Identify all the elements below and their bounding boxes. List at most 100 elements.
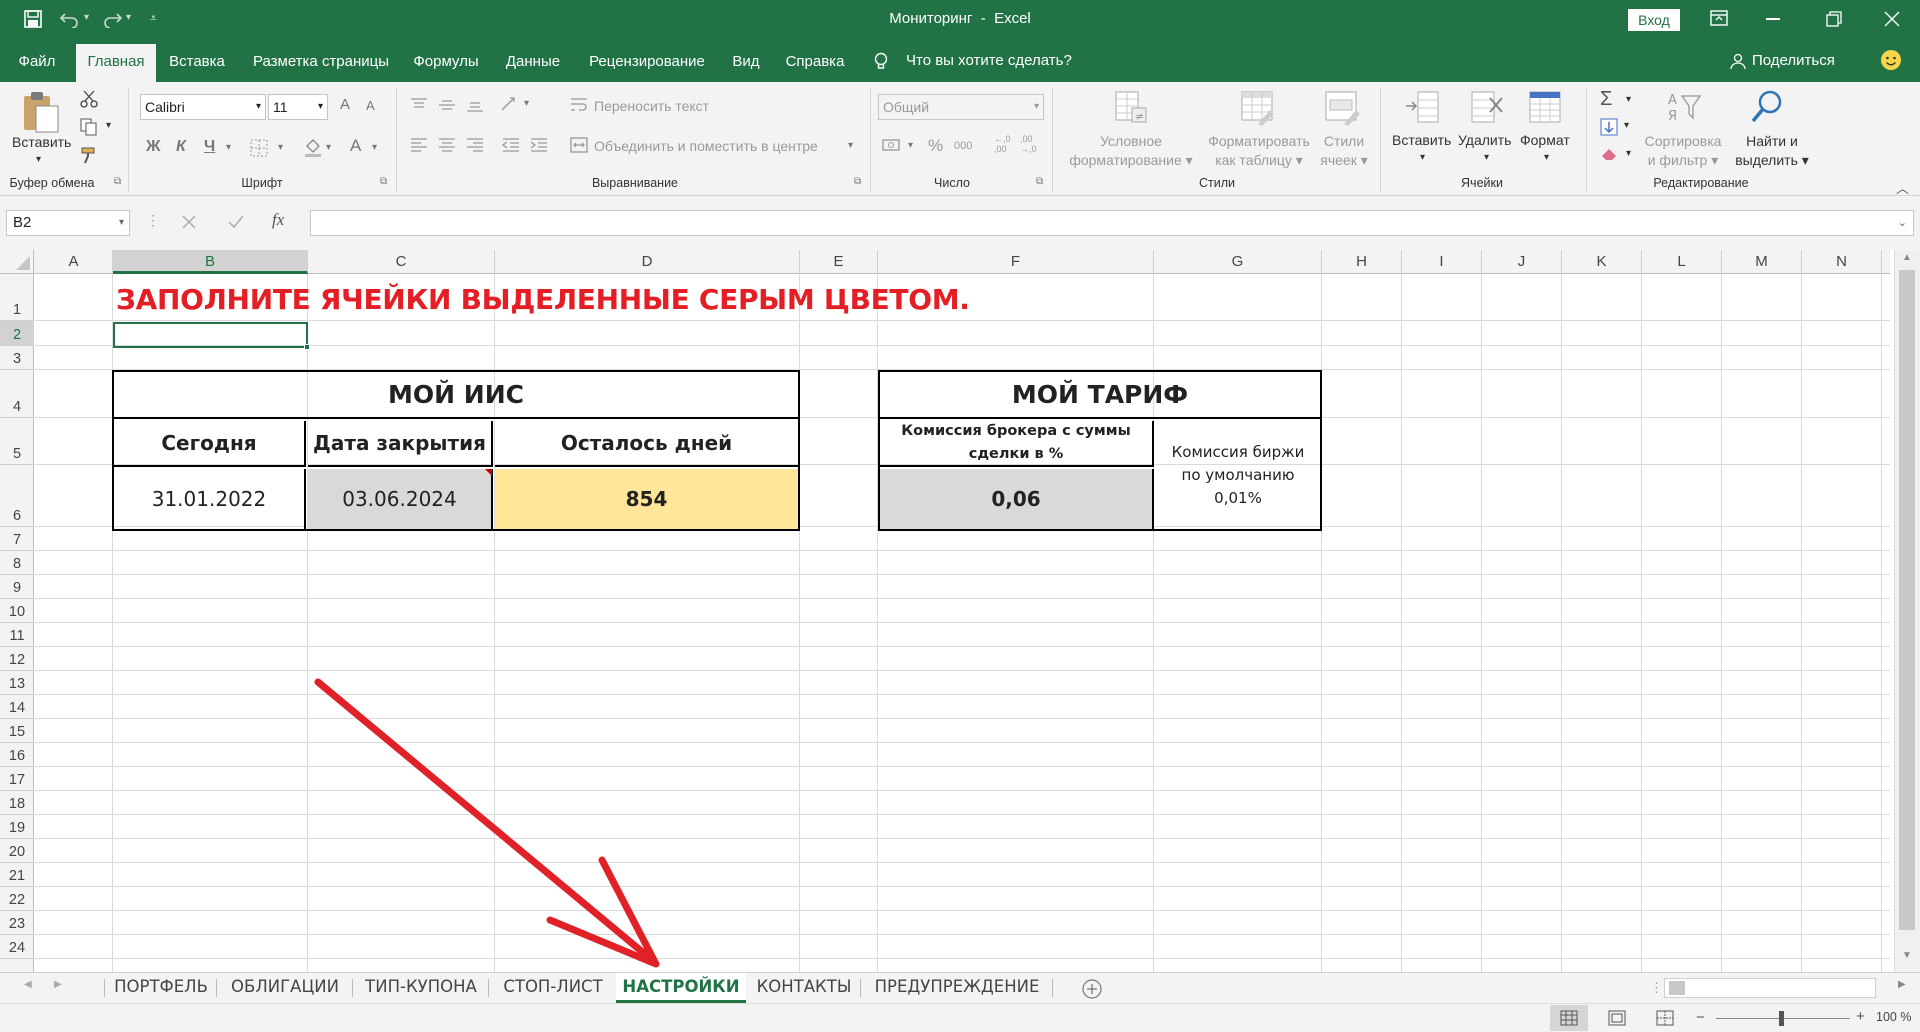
insert-cells-icon[interactable] (1404, 90, 1440, 126)
align-left-icon[interactable] (410, 138, 428, 152)
underline-button[interactable]: Ч (204, 138, 215, 156)
column-header-m[interactable]: M (1722, 250, 1802, 274)
autosum-icon[interactable]: Σ (1600, 88, 1612, 111)
accounting-format-icon[interactable] (882, 137, 902, 153)
column-header-e[interactable]: E (800, 250, 878, 274)
copy-dropdown-icon[interactable]: ▾ (106, 120, 111, 131)
decrease-font-icon[interactable]: A (366, 98, 375, 113)
insert-cells-dropdown-icon[interactable]: ▾ (1420, 152, 1425, 163)
zoom-level[interactable]: 100 % (1876, 1010, 1911, 1024)
vertical-scroll-thumb[interactable] (1899, 270, 1915, 930)
tab-scroll-right-icon[interactable]: ▶ (54, 979, 62, 990)
align-center-icon[interactable] (438, 138, 456, 152)
merge-dropdown-icon[interactable]: ▾ (848, 140, 853, 151)
paste-label[interactable]: Вставить (12, 134, 71, 150)
sheet-tab-stop-list[interactable]: СТОП-ЛИСТ (490, 973, 616, 1003)
column-header-g[interactable]: G (1154, 250, 1322, 274)
wrap-text-button[interactable]: Переносить текст (594, 98, 709, 114)
cell-styles-label[interactable]: Стили ячеек ▾ (1316, 132, 1372, 170)
iis-days-left-cell[interactable]: 854 (495, 469, 798, 529)
sort-filter-label[interactable]: Сортировка и фильтр ▾ (1636, 132, 1730, 170)
customize-qat-icon[interactable]: ⩡ (150, 11, 157, 26)
signin-button[interactable]: Вход (1628, 9, 1680, 31)
iis-close-date-cell[interactable]: 03.06.2024 (308, 469, 493, 529)
tab-scroll-left-icon[interactable]: ◀ (24, 979, 32, 990)
sheet-tab-contacts[interactable]: КОНТАКТЫ (748, 973, 860, 1003)
delete-cells-icon[interactable] (1470, 90, 1506, 126)
copy-icon[interactable] (80, 118, 98, 136)
format-cells-icon[interactable] (1528, 90, 1564, 126)
font-color-dropdown-icon[interactable]: ▾ (372, 142, 377, 153)
scroll-up-icon[interactable]: ▲ (1902, 252, 1912, 263)
close-icon[interactable] (1884, 11, 1900, 27)
paste-dropdown-icon[interactable]: ▾ (36, 154, 41, 165)
clipboard-launcher-icon[interactable]: ⧉ (114, 176, 121, 187)
align-middle-icon[interactable] (438, 98, 456, 112)
zoom-in-icon[interactable]: + (1856, 1008, 1865, 1025)
horizontal-scroll-thumb[interactable] (1669, 981, 1685, 995)
column-header-n[interactable]: N (1802, 250, 1882, 274)
format-cells-dropdown-icon[interactable]: ▾ (1544, 152, 1549, 163)
row-header-3[interactable]: 3 (0, 346, 34, 370)
font-size-combo[interactable]: 11 ▾ (268, 94, 328, 120)
column-header-i[interactable]: I (1402, 250, 1482, 274)
save-icon[interactable] (24, 10, 42, 28)
scroll-down-icon[interactable]: ▼ (1902, 950, 1912, 961)
decrease-decimal-button[interactable]: ,00 →,0 (1020, 134, 1042, 154)
font-name-dropdown-icon[interactable]: ▾ (256, 95, 261, 119)
font-launcher-icon[interactable]: ⧉ (380, 176, 387, 187)
clear-dropdown-icon[interactable]: ▾ (1626, 148, 1631, 159)
row-header-6[interactable]: 6 (0, 465, 34, 527)
ribbon-display-options-icon[interactable] (1710, 10, 1728, 26)
formula-input[interactable]: ⌄ (310, 210, 1914, 236)
row-header-13[interactable]: 13 (0, 671, 34, 695)
align-bottom-icon[interactable] (466, 98, 484, 112)
row-header-10[interactable]: 10 (0, 599, 34, 623)
increase-indent-icon[interactable] (530, 138, 548, 152)
column-header-h[interactable]: H (1322, 250, 1402, 274)
confirm-entry-icon[interactable] (228, 215, 244, 229)
column-header-c[interactable]: C (308, 250, 495, 274)
sheet-tab-warning[interactable]: ПРЕДУПРЕЖДЕНИЕ (862, 973, 1052, 1003)
fill-color-dropdown-icon[interactable]: ▾ (326, 142, 331, 153)
row-header-18[interactable]: 18 (0, 791, 34, 815)
tab-file[interactable]: Файл (8, 49, 66, 82)
insert-cells-label[interactable]: Вставить (1392, 132, 1451, 148)
delete-cells-label[interactable]: Удалить (1458, 132, 1511, 148)
row-header-11[interactable]: 11 (0, 623, 34, 647)
percent-style-button[interactable]: % (928, 136, 943, 156)
horizontal-scrollbar[interactable] (1664, 978, 1876, 998)
row-header-23[interactable]: 23 (0, 911, 34, 935)
row-header-20[interactable]: 20 (0, 839, 34, 863)
row-header-4[interactable]: 4 (0, 370, 34, 418)
insert-function-icon[interactable]: fx (272, 210, 284, 230)
format-painter-icon[interactable] (80, 146, 98, 164)
row-header-22[interactable]: 22 (0, 887, 34, 911)
fill-handle[interactable] (304, 344, 310, 350)
row-header-14[interactable]: 14 (0, 695, 34, 719)
column-header-d[interactable]: D (495, 250, 800, 274)
row-header-2[interactable]: 2 (0, 321, 34, 346)
undo-icon[interactable] (60, 10, 80, 28)
tab-help[interactable]: Справка (778, 49, 852, 82)
increase-decimal-button[interactable]: ←,0 ,00 (994, 134, 1014, 154)
selected-cell-b2[interactable] (113, 322, 310, 350)
row-header-5[interactable]: 5 (0, 418, 34, 465)
expand-formula-bar-icon[interactable]: ⌄ (1898, 211, 1907, 235)
smiley-icon[interactable] (1880, 49, 1902, 71)
vertical-scrollbar[interactable]: ▲ ▼ (1894, 250, 1920, 972)
conditional-format-icon[interactable]: ≠ (1114, 90, 1150, 126)
autosum-dropdown-icon[interactable]: ▾ (1626, 94, 1631, 105)
cancel-entry-icon[interactable] (182, 215, 196, 229)
italic-button[interactable]: К (176, 138, 186, 156)
row-header-8[interactable]: 8 (0, 551, 34, 575)
name-box[interactable]: B2 ▾ (6, 210, 130, 236)
column-header-k[interactable]: K (1562, 250, 1642, 274)
underline-dropdown-icon[interactable]: ▾ (226, 142, 231, 153)
tab-bar-splitter-icon[interactable]: ⋮ (1650, 980, 1663, 996)
tab-insert[interactable]: Вставка (162, 49, 232, 82)
page-break-view-icon[interactable] (1656, 1010, 1674, 1026)
paste-icon[interactable] (22, 90, 60, 134)
new-sheet-icon[interactable] (1082, 979, 1102, 999)
redo-dropdown-icon[interactable]: ▾ (126, 12, 131, 23)
